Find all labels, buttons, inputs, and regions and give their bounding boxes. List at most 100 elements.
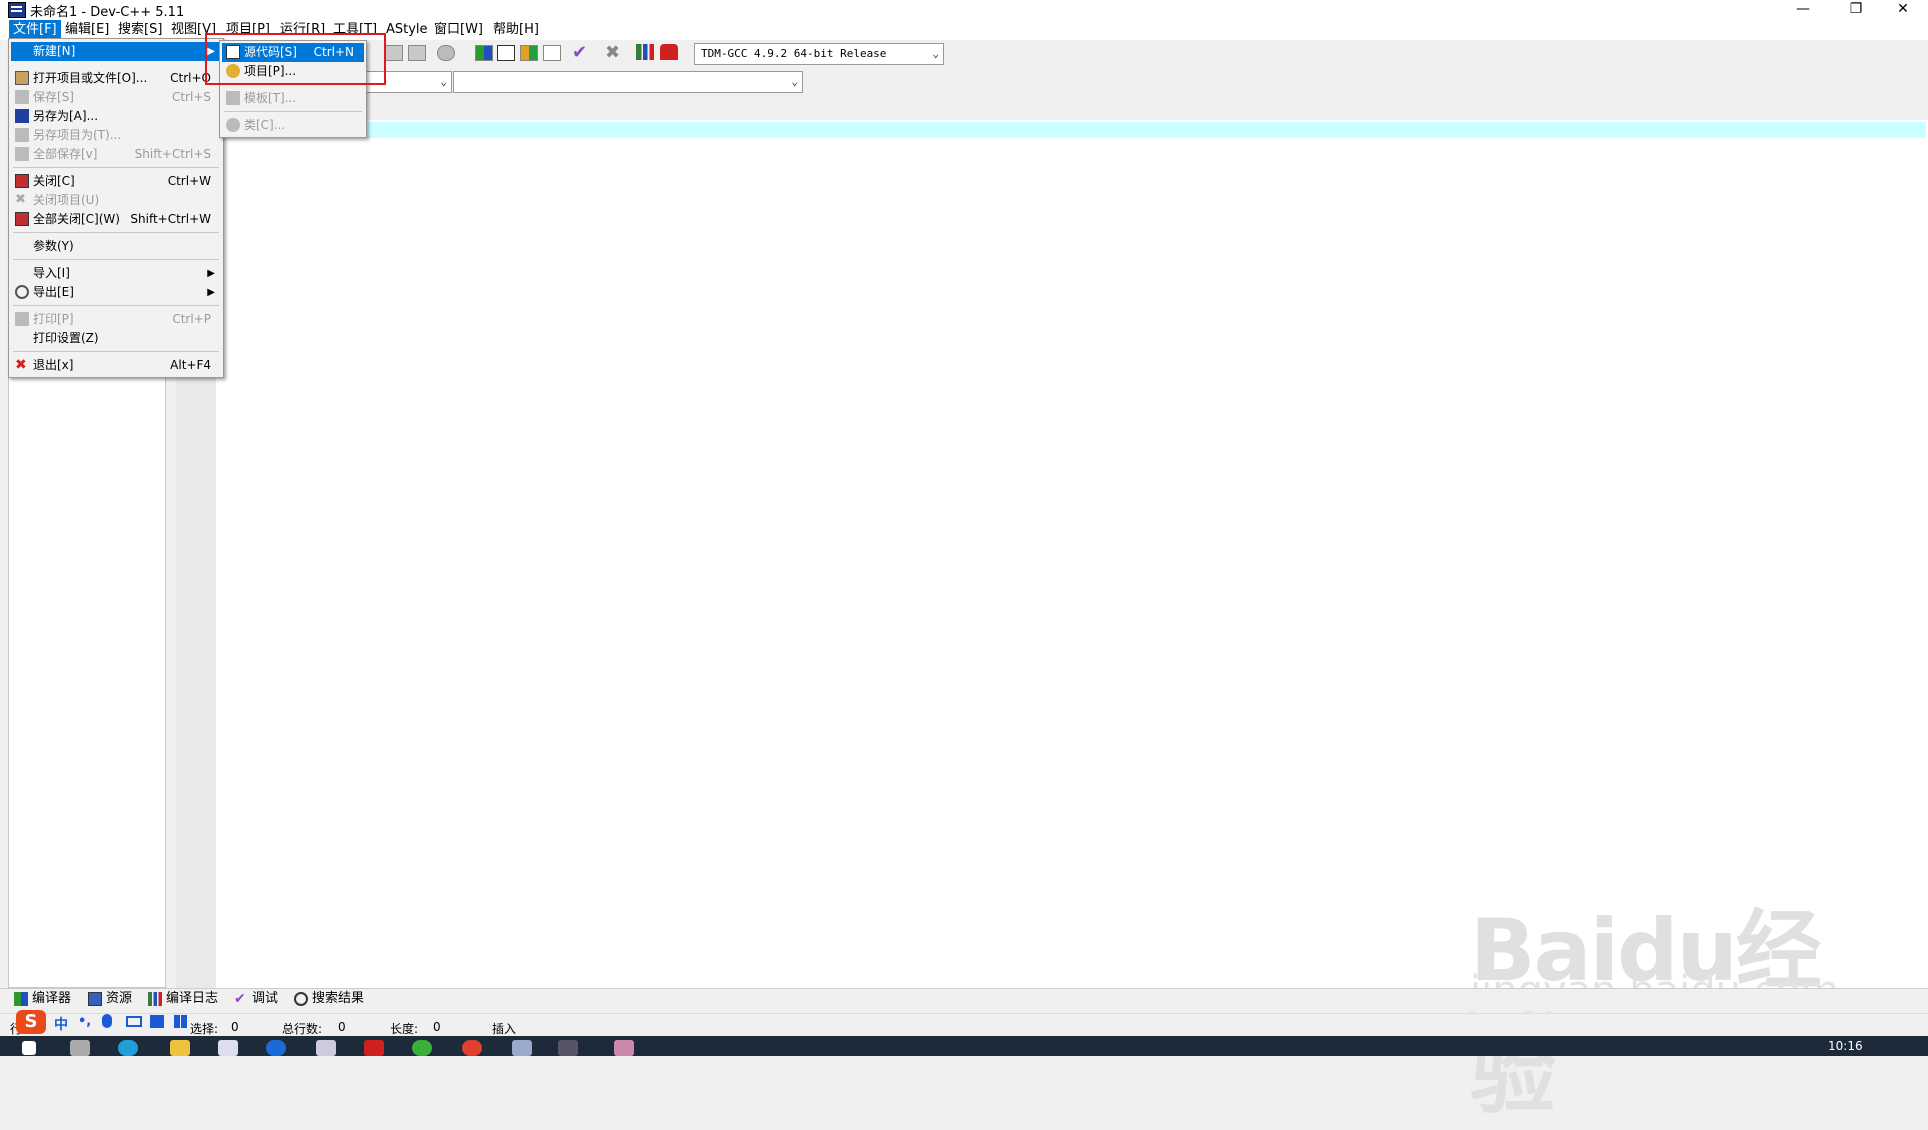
menu-item-close-project[interactable]: ✖ 关闭项目(U) (11, 191, 221, 210)
status-total-lines-value: 0 (338, 1020, 346, 1034)
ime-punctuation-toggle[interactable]: •, (78, 1014, 91, 1029)
menu-item-print-setup[interactable]: 打印设置(Z) (11, 329, 221, 348)
window-icon[interactable] (497, 45, 515, 61)
flash-app-icon[interactable] (364, 1040, 384, 1056)
window-title: 未命名1 - Dev-C++ 5.11 (30, 5, 185, 20)
edge-browser-icon[interactable] (118, 1040, 138, 1056)
compiler-icon (14, 992, 28, 1006)
menu-file[interactable]: 文件[F] (9, 20, 61, 40)
minimize-button[interactable]: — (1780, 0, 1826, 20)
devcpp-task-icon[interactable] (558, 1040, 578, 1056)
menu-item-new-label: 新建[N] (33, 44, 76, 58)
menu-item-new-template[interactable]: 模板[T]... (222, 89, 364, 108)
toggle-comment-icon[interactable] (437, 45, 455, 61)
menu-item-close-shortcut: Ctrl+W (167, 174, 211, 188)
grid-view-icon[interactable] (475, 45, 493, 61)
menu-item-open[interactable]: 打开项目或文件[O]... Ctrl+O (11, 69, 221, 88)
menu-item-close-all-label: 全部关闭[C](W) (33, 212, 120, 226)
menu-item-print[interactable]: 打印[P] Ctrl+P (11, 310, 221, 329)
print-icon (15, 312, 29, 326)
tab-resources[interactable]: 资源 (88, 990, 132, 1008)
menu-edit[interactable]: 编辑[E] (61, 20, 113, 40)
menu-item-save-project-as[interactable]: 另存项目为(T)... (11, 126, 221, 145)
close-file-icon (15, 174, 29, 188)
debug-check-icon: ✔ (234, 991, 246, 1007)
task-view-icon[interactable] (70, 1040, 90, 1056)
layout-icon[interactable] (520, 45, 538, 61)
menu-item-parameters[interactable]: 参数(Y) (11, 237, 221, 256)
unindent-icon[interactable] (408, 45, 426, 61)
menu-separator (13, 259, 219, 260)
tab-compiler-label: 编译器 (32, 991, 72, 1006)
tab-search-results[interactable]: 搜索结果 (294, 990, 364, 1008)
chrome-icon[interactable] (462, 1040, 482, 1056)
maximize-button[interactable]: ❐ (1833, 0, 1879, 20)
devcpp-app-icon (8, 2, 26, 18)
menu-search[interactable]: 搜索[S] (114, 20, 166, 40)
menu-item-close[interactable]: 关闭[C] Ctrl+W (11, 172, 221, 191)
close-button[interactable]: ✕ (1880, 0, 1926, 20)
sogou-ime-logo-icon[interactable]: S (16, 1010, 46, 1034)
compiler-select[interactable]: TDM-GCC 4.9.2 64-bit Release ⌄ (694, 43, 944, 65)
file-menu: 新建[N] ▶ 打开项目或文件[O]... Ctrl+O 保存[S] Ctrl+… (8, 38, 224, 378)
tab-debug[interactable]: ✔ 调试 (234, 990, 278, 1008)
menu-item-exit[interactable]: ✖ 退出[x] Alt+F4 (11, 356, 221, 375)
menu-item-save-all[interactable]: 全部保存[v] Shift+Ctrl+S (11, 145, 221, 164)
ie-browser-icon[interactable] (266, 1040, 286, 1056)
menu-item-import[interactable]: 导入[I] ▶ (11, 264, 221, 283)
menu-item-print-setup-label: 打印设置(Z) (33, 331, 99, 345)
windows-start-icon[interactable] (22, 1041, 36, 1055)
close-all-icon (15, 212, 29, 226)
submenu-arrow-icon: ▶ (207, 268, 215, 279)
menu-help[interactable]: 帮助[H] (489, 20, 543, 40)
menu-window[interactable]: 窗口[W] (430, 20, 487, 40)
toolbox-grid-icon[interactable] (174, 1015, 187, 1028)
file-explorer-icon[interactable] (170, 1040, 190, 1056)
menu-astyle[interactable]: AStyle (382, 20, 432, 40)
compile-log-icon (148, 992, 162, 1006)
menu-item-save[interactable]: 保存[S] Ctrl+S (11, 88, 221, 107)
app-icon[interactable] (316, 1040, 336, 1056)
menu-item-export[interactable]: 导出[E] ▶ (11, 283, 221, 302)
save-all-icon (15, 147, 29, 161)
status-length-value: 0 (433, 1020, 441, 1034)
menu-item-new-class-label: 类[C]... (244, 118, 286, 132)
chevron-down-icon: ⌄ (791, 75, 798, 88)
menu-item-new-class[interactable]: 类[C]... (222, 116, 364, 135)
menu-item-save-as[interactable]: 另存为[A]... (11, 107, 221, 126)
chevron-down-icon: ⌄ (932, 47, 939, 60)
menu-item-new[interactable]: 新建[N] ▶ (11, 42, 221, 61)
menu-item-save-as-label: 另存为[A]... (33, 109, 99, 123)
chevron-down-icon: ⌄ (440, 75, 447, 88)
exit-icon: ✖ (15, 357, 27, 373)
tab-compiler[interactable]: 编译器 (14, 990, 71, 1008)
search-icon (294, 992, 308, 1006)
tiles-icon[interactable] (543, 45, 561, 61)
title-bar (0, 0, 1928, 20)
skin-shirt-icon[interactable] (150, 1015, 164, 1028)
menu-item-close-all-shortcut: Shift+Ctrl+W (130, 212, 211, 226)
taskbar-clock[interactable]: 10:16 (1828, 1039, 1863, 1053)
template-icon (226, 91, 240, 105)
keyboard-icon[interactable] (126, 1016, 142, 1027)
save-project-icon (15, 128, 29, 142)
save-icon (15, 90, 29, 104)
compiler-select-value: TDM-GCC 4.9.2 64-bit Release (701, 47, 887, 60)
indent-icon[interactable] (385, 45, 403, 61)
menu-item-parameters-label: 参数(Y) (33, 239, 74, 253)
ime-mode-toggle[interactable]: 中 (54, 1014, 68, 1034)
member-select[interactable]: ⌄ (453, 71, 803, 93)
profile-chart-icon[interactable] (636, 44, 654, 60)
wechat-icon[interactable] (412, 1040, 432, 1056)
microphone-icon[interactable] (102, 1014, 112, 1028)
check-syntax-icon[interactable]: ✔ (572, 42, 587, 63)
menu-item-save-project-as-label: 另存项目为(T)... (33, 128, 122, 142)
store-icon[interactable] (218, 1040, 238, 1056)
stop-icon[interactable]: ✖ (605, 42, 620, 63)
annotation-highlight-box (205, 33, 386, 85)
paint-icon[interactable] (614, 1040, 634, 1056)
tab-compile-log[interactable]: 编译日志 (148, 990, 218, 1008)
debug-bug-icon[interactable] (660, 44, 678, 60)
menu-item-close-all[interactable]: 全部关闭[C](W) Shift+Ctrl+W (11, 210, 221, 229)
image-viewer-icon[interactable] (512, 1040, 532, 1056)
